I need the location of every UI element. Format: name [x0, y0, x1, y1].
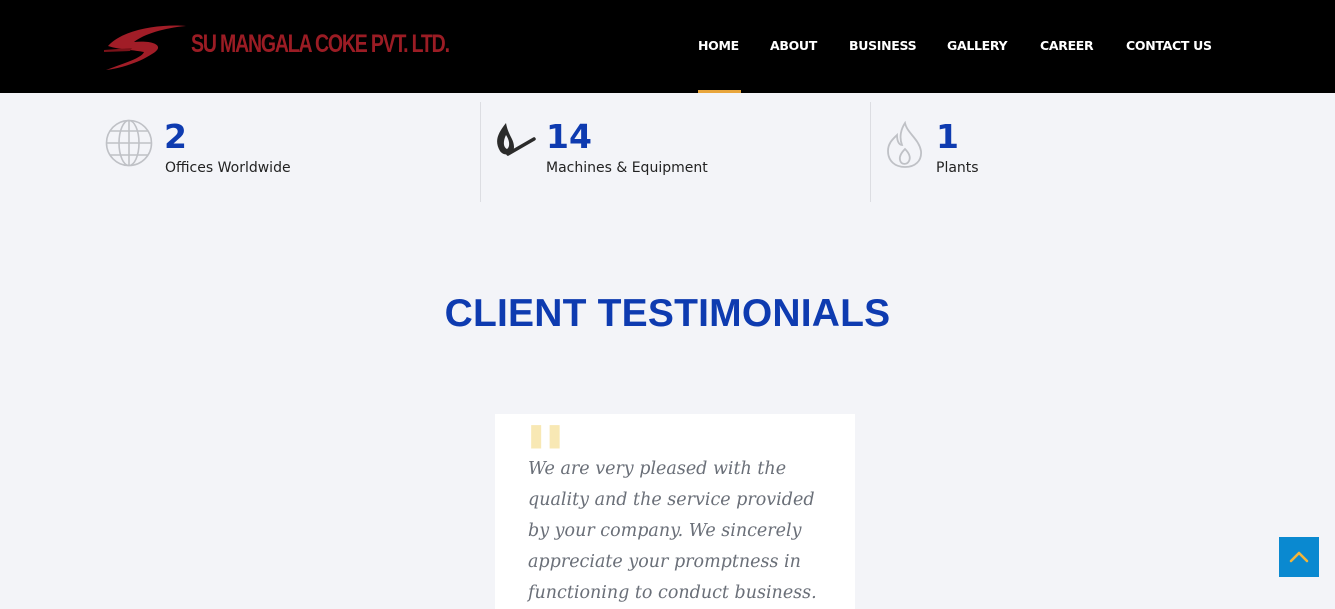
- nav-about[interactable]: ABOUT: [770, 38, 817, 53]
- stat-divider: [480, 102, 481, 202]
- stat-plants-value: 1: [936, 117, 959, 156]
- testimonials-title: CLIENT TESTIMONIALS: [444, 292, 891, 335]
- nav-home[interactable]: HOME: [698, 38, 739, 53]
- match-icon: [494, 121, 536, 166]
- stat-offices-label: Offices Worldwide: [165, 160, 291, 176]
- main-nav: HOME ABOUT BUSINESS GALLERY CAREER CONTA…: [0, 38, 1335, 58]
- stat-offices-value: 2: [164, 117, 187, 156]
- nav-gallery[interactable]: GALLERY: [947, 38, 1008, 53]
- nav-career[interactable]: CAREER: [1040, 38, 1094, 53]
- chevron-up-icon: [1289, 551, 1309, 563]
- stat-plants-label: Plants: [936, 160, 979, 176]
- testimonial-quote: We are very pleased with the quality and…: [528, 459, 817, 603]
- site-header: SU MANGALA COKE PVT. LTD. HOME ABOUT BUS…: [0, 0, 1335, 93]
- stat-machines-value: 14: [546, 117, 592, 156]
- stat-divider: [870, 102, 871, 202]
- stat-machines-label: Machines & Equipment: [546, 160, 708, 176]
- scroll-to-top-button[interactable]: [1279, 537, 1319, 577]
- stats-section: 2 Offices Worldwide 14 Machines & Equipm…: [0, 93, 1335, 203]
- globe-icon: [105, 119, 153, 172]
- testimonial-card: " We are very pleased with the quality a…: [495, 414, 855, 609]
- flame-icon: [885, 120, 925, 174]
- nav-contact-us[interactable]: CONTACT US: [1126, 38, 1212, 53]
- nav-business[interactable]: BUSINESS: [849, 38, 917, 53]
